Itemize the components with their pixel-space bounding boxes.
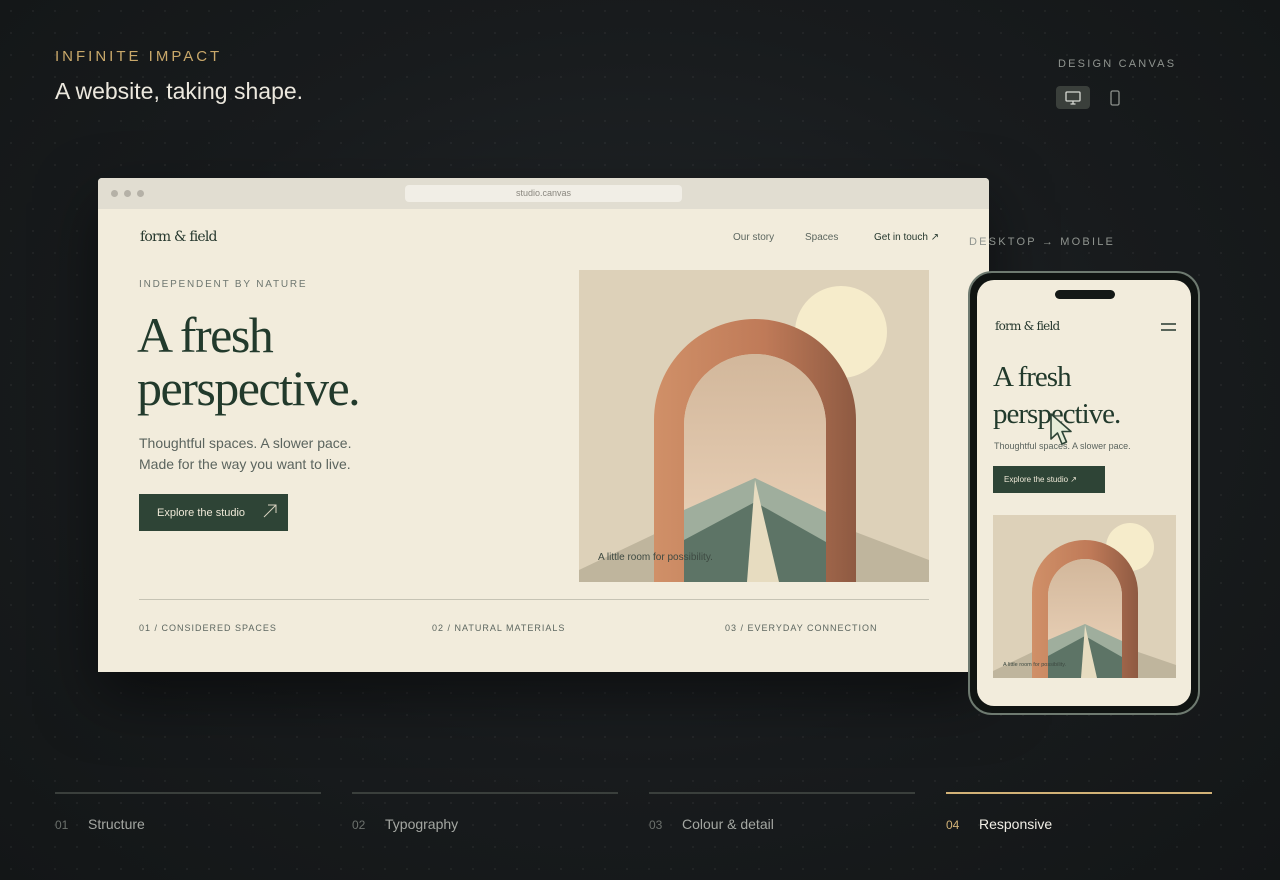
design-canvas-label: DESIGN CANVAS xyxy=(1058,58,1177,70)
desktop-to-mobile-label: DESKTOP → MOBILE xyxy=(969,236,1116,248)
mobile-phone-preview: form & field A fresh perspective. Though… xyxy=(968,271,1200,715)
hero-title-line1: A fresh xyxy=(137,307,274,363)
arch-illustration: A little room for possibility. xyxy=(579,270,929,582)
window-dot-close xyxy=(111,190,118,197)
desktop-browser-preview: studio.canvas form & field Our story Spa… xyxy=(98,178,989,672)
mobile-icon xyxy=(1110,89,1120,106)
nav-link-get-in-touch[interactable]: Get in touch ↗ xyxy=(874,232,939,243)
nav-link-our-story[interactable]: Our story xyxy=(733,232,774,243)
browser-toolbar: studio.canvas xyxy=(98,178,989,209)
section-headline: A website, taking shape. xyxy=(55,78,304,104)
mobile-image-caption: A little room for possibility. xyxy=(1003,662,1067,668)
hero-subtitle-line2: Made for the way you want to live. xyxy=(139,456,351,472)
feature-item-natural-materials: 02 / NATURAL MATERIALS xyxy=(432,623,566,633)
mobile-explore-studio-button[interactable]: Explore the studio ↗ xyxy=(993,466,1105,493)
mobile-site-logo[interactable]: form & field xyxy=(995,319,1060,333)
address-bar[interactable]: studio.canvas xyxy=(405,185,682,202)
feature-item-considered-spaces: 01 / CONSIDERED SPACES xyxy=(139,623,277,633)
hero-kicker: INDEPENDENT BY NATURE xyxy=(139,279,308,290)
window-dot-minimize xyxy=(124,190,131,197)
step-progress-line xyxy=(946,792,1212,794)
mobile-hero-title-line1: A fresh xyxy=(993,361,1072,393)
step-number: 03 xyxy=(649,818,663,832)
step-label: Structure xyxy=(88,816,145,832)
step-progress-line xyxy=(649,792,915,794)
mobile-arch-illustration: A little room for possibility. xyxy=(993,515,1176,678)
step-label: Colour & detail xyxy=(682,816,774,832)
step-progress-line xyxy=(352,792,618,794)
step-progress-line xyxy=(55,792,321,794)
hero-subtitle-line1: Thoughtful spaces. A slower pace. xyxy=(139,435,352,451)
arrow-up-right-icon xyxy=(263,504,277,518)
feature-divider xyxy=(139,599,929,600)
step-typography[interactable]: 02 Typography xyxy=(352,792,618,832)
device-toggle xyxy=(1056,86,1132,109)
step-responsive[interactable]: 04 Responsive xyxy=(946,792,1212,832)
hero-subtitle: Thoughtful spaces. A slower pace. Made f… xyxy=(139,433,351,475)
step-number: 04 xyxy=(946,818,960,832)
explore-studio-label: Explore the studio xyxy=(157,506,246,519)
pointer-cursor-icon xyxy=(1050,413,1072,445)
phone-notch xyxy=(1055,290,1115,299)
step-number: 01 xyxy=(55,818,69,832)
mobile-view-button[interactable] xyxy=(1098,86,1132,109)
section-eyebrow: INFINITE IMPACT xyxy=(55,48,223,65)
image-caption: A little room for possibility. xyxy=(598,552,713,563)
step-label: Responsive xyxy=(979,816,1053,832)
mobile-screen: form & field A fresh perspective. Though… xyxy=(977,280,1191,706)
hamburger-menu-icon[interactable] xyxy=(1161,323,1176,331)
hero-title: A fresh perspective. xyxy=(137,307,361,416)
step-number: 02 xyxy=(352,818,366,832)
step-structure[interactable]: 01 Structure xyxy=(55,792,321,832)
window-dot-maximize xyxy=(137,190,144,197)
site-logo[interactable]: form & field xyxy=(140,229,218,245)
feature-item-everyday-connection: 03 / EVERYDAY CONNECTION xyxy=(725,623,878,633)
desktop-view-button[interactable] xyxy=(1056,86,1090,109)
nav-link-spaces[interactable]: Spaces xyxy=(805,232,838,243)
step-colour-detail[interactable]: 03 Colour & detail xyxy=(649,792,915,832)
hero-title-line2: perspective. xyxy=(137,360,361,416)
desktop-icon xyxy=(1065,90,1081,105)
explore-studio-button[interactable]: Explore the studio xyxy=(139,494,288,531)
step-label: Typography xyxy=(385,816,459,832)
